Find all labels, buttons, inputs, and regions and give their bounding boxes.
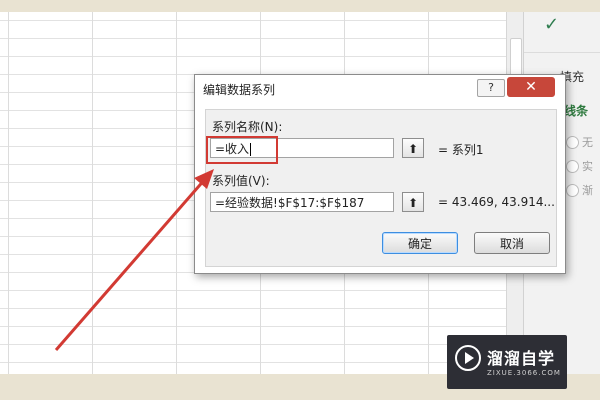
line-option-gradient-label: 渐	[582, 184, 593, 197]
series-values-collapse-button[interactable]: ⬆	[402, 192, 424, 212]
series-values-value: =经验数据!$F$17:$F$187	[215, 196, 365, 210]
ok-button[interactable]: 确定	[382, 232, 458, 254]
frame-top	[0, 0, 600, 12]
watermark-name: 溜溜自学	[487, 349, 556, 368]
edit-series-dialog: 编辑数据系列 ? ✕ 系列名称(N): =收入 ⬆ = 系列1 系列值(V): …	[194, 74, 566, 274]
help-button[interactable]: ?	[477, 79, 505, 97]
dialog-body: 系列名称(N): =收入 ⬆ = 系列1 系列值(V): =经验数据!$F$17…	[205, 109, 557, 267]
watermark-url: ZIXUE.3066.COM	[487, 369, 561, 377]
pane-divider	[524, 52, 600, 53]
highlight-box	[206, 136, 278, 164]
series-name-collapse-button[interactable]: ⬆	[402, 138, 424, 158]
series-values-preview: = 43.469, 43.914...	[438, 195, 555, 209]
line-option-none-label: 无	[582, 136, 593, 149]
scrollbar-thumb[interactable]	[510, 38, 522, 76]
dialog-titlebar[interactable]: 编辑数据系列 ? ✕	[195, 75, 565, 101]
close-button[interactable]: ✕	[507, 77, 555, 97]
series-name-label: 系列名称(N):	[212, 120, 283, 134]
dialog-title: 编辑数据系列	[203, 83, 276, 97]
series-values-label: 系列值(V):	[212, 174, 270, 188]
series-values-input[interactable]: =经验数据!$F$17:$F$187	[210, 192, 394, 212]
play-logo-icon	[455, 345, 481, 371]
series-name-preview: = 系列1	[438, 143, 484, 157]
pane-line-section[interactable]: 线条	[564, 102, 588, 119]
line-option-solid-label: 实	[582, 160, 593, 173]
watermark: 溜溜自学 ZIXUE.3066.COM	[447, 335, 567, 389]
cancel-button[interactable]: 取消	[474, 232, 550, 254]
line-option-none-radio[interactable]	[566, 136, 579, 149]
line-option-gradient-radio[interactable]	[566, 184, 579, 197]
checkmark-icon: ✓	[544, 14, 560, 35]
line-option-solid-radio[interactable]	[566, 160, 579, 173]
